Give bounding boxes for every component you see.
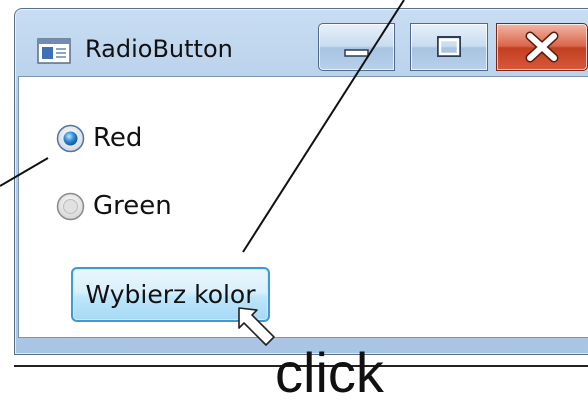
arrow-cursor-icon xyxy=(238,307,275,346)
app-window-icon xyxy=(37,38,71,64)
radio-checked-icon[interactable] xyxy=(56,124,85,153)
click-caption: click xyxy=(275,341,384,404)
radio-unchecked-icon[interactable] xyxy=(56,192,85,221)
minimize-button[interactable] xyxy=(318,23,395,71)
radio-red[interactable]: Red xyxy=(56,123,142,153)
close-icon xyxy=(525,31,559,63)
maximize-icon xyxy=(437,36,461,57)
radio-green[interactable]: Green xyxy=(56,191,172,221)
window-title: RadioButton xyxy=(85,35,233,63)
minimize-icon xyxy=(344,49,369,57)
title-bar[interactable]: RadioButton xyxy=(15,9,588,83)
radio-green-label: Green xyxy=(93,191,172,221)
maximize-button[interactable] xyxy=(410,23,488,71)
close-button[interactable] xyxy=(496,23,588,71)
radio-red-label: Red xyxy=(93,123,143,153)
